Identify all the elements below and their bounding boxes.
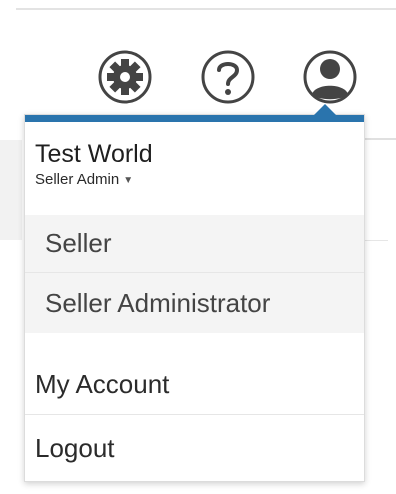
background-divider [364, 138, 396, 140]
company-name: Test World [35, 140, 153, 168]
background-panel [364, 240, 388, 480]
user-avatar-icon [303, 50, 357, 104]
user-info: Test World Seller Admin ▼ [35, 139, 153, 190]
background-region [0, 140, 22, 240]
caret-down-icon: ▼ [123, 174, 134, 186]
role-option-seller-administrator[interactable]: Seller Administrator [25, 274, 364, 332]
dropdown-caret [314, 104, 336, 115]
background-divider [16, 8, 396, 10]
user-dropdown-menu: Test World Seller Admin ▼ Seller Seller … [24, 104, 365, 482]
gear-icon [98, 50, 152, 104]
my-account-link[interactable]: My Account [25, 355, 364, 415]
settings-button[interactable] [95, 47, 155, 107]
question-mark-icon [201, 50, 255, 104]
role-option-seller[interactable]: Seller [25, 215, 364, 273]
profile-button[interactable] [300, 47, 360, 107]
logout-link[interactable]: Logout [25, 418, 364, 478]
dropdown-accent-bar [25, 115, 364, 122]
role-switcher-toggle[interactable]: Seller Admin ▼ [35, 170, 153, 190]
help-button[interactable] [198, 47, 258, 107]
role-list: Seller Seller Administrator [25, 215, 364, 333]
stage: Test World Seller Admin ▼ Seller Seller … [0, 0, 396, 494]
current-role-label: Seller Admin [35, 171, 120, 189]
